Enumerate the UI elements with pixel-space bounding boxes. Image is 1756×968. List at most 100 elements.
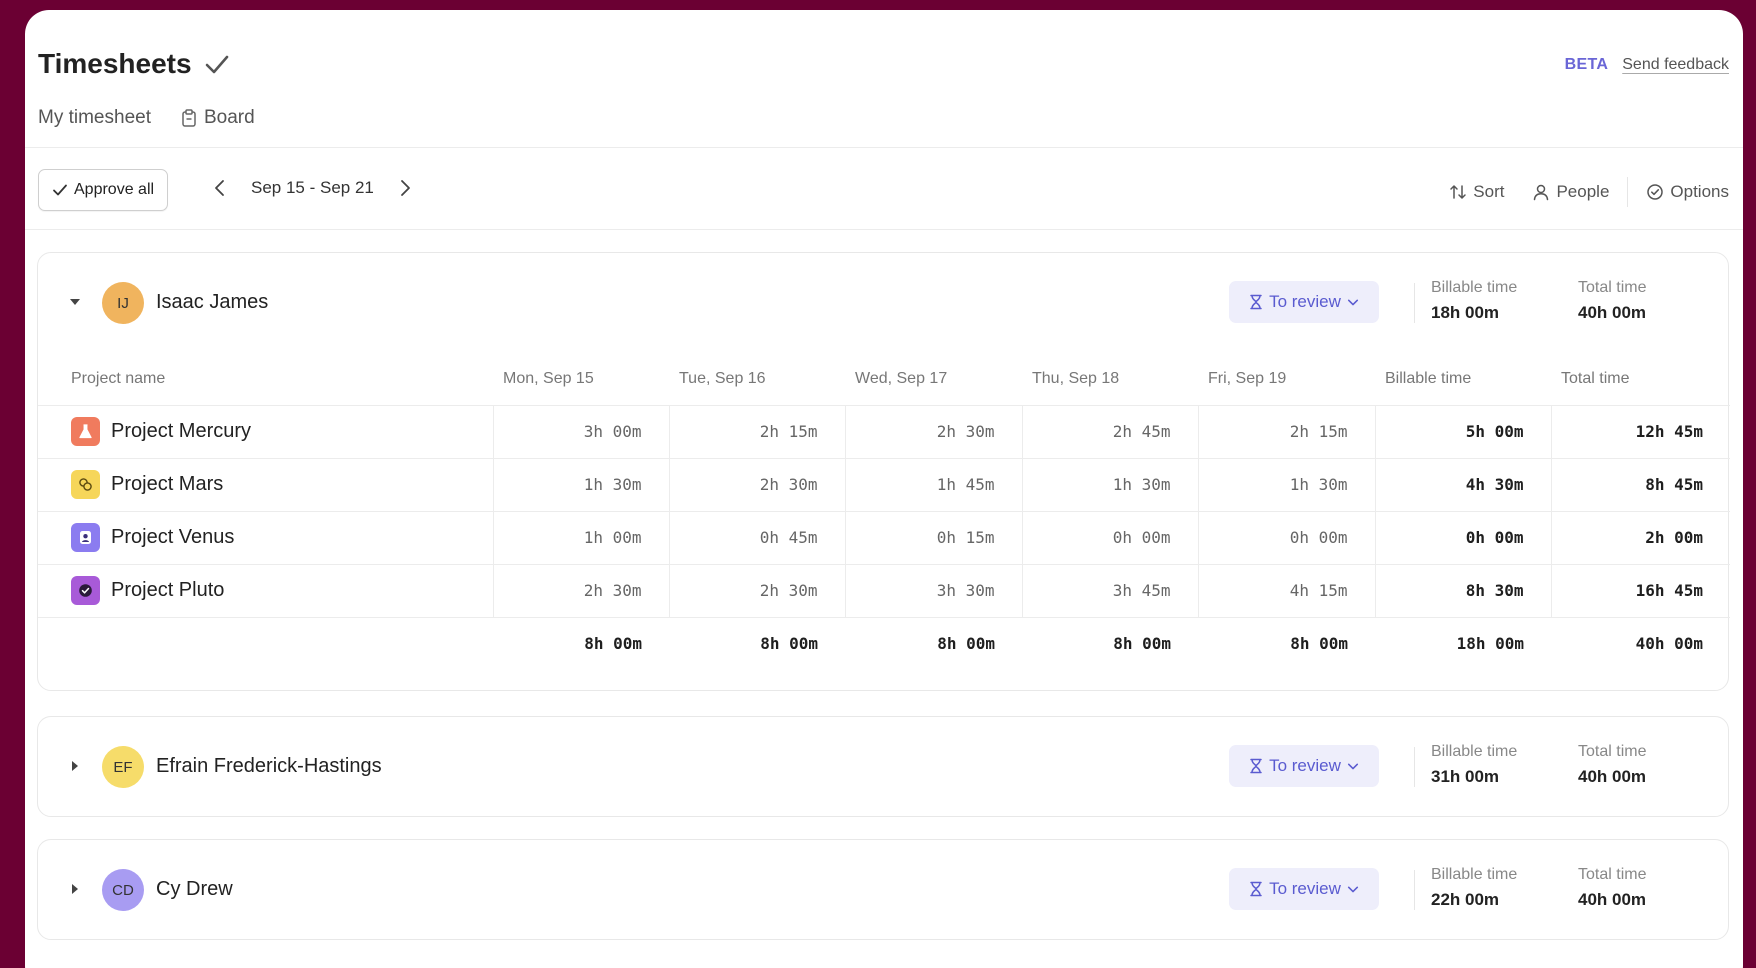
time-cell[interactable]: 4h 15m — [1197, 563, 1375, 617]
time-cell[interactable]: 2h 30m — [492, 563, 669, 617]
person-card-header[interactable]: CD Cy Drew To review Billable time 22h 0… — [38, 840, 1728, 940]
total-stat: Total time 40h 00m — [1578, 743, 1646, 787]
billable-cell: 5h 00m — [1374, 404, 1551, 458]
total-cell: 2h 00m — [1550, 510, 1730, 564]
billable-label: Billable time — [1431, 279, 1518, 296]
project-cell: Project Venus — [38, 510, 493, 564]
person-card-header[interactable]: EF Efrain Frederick-Hastings To review B… — [38, 717, 1728, 817]
avatar: EF — [102, 746, 144, 788]
approve-all-label: Approve all — [74, 181, 155, 198]
tab-board[interactable]: Board — [181, 107, 255, 129]
total-cell: 12h 45m — [1550, 404, 1730, 458]
total-value: 40h 00m — [1578, 767, 1647, 786]
time-cell[interactable]: 2h 15m — [1197, 404, 1375, 458]
total-label: Total time — [1578, 279, 1647, 296]
sort-label: Sort — [1473, 182, 1505, 201]
billable-value: 22h 00m — [1431, 890, 1500, 909]
billable-label: Billable time — [1431, 743, 1518, 760]
person-card-isaac-james: IJ Isaac James To review Billable time 1… — [37, 252, 1730, 691]
project-cell: Project Pluto — [38, 563, 493, 617]
column-header: Total time — [1561, 369, 1630, 387]
billable-stat: Billable time 22h 00m — [1431, 866, 1517, 910]
person-name: Efrain Frederick-Hastings — [156, 755, 382, 777]
time-cell[interactable]: 2h 30m — [668, 563, 845, 617]
totals-row: 8h 00m 8h 00m 8h 00m 8h 00m 8h 00m 18h 0… — [38, 616, 1730, 670]
time-cell[interactable]: 2h 45m — [1021, 404, 1198, 458]
time-cell[interactable]: 2h 15m — [668, 404, 845, 458]
time-cell[interactable]: 0h 00m — [1197, 510, 1375, 564]
total-cell: 8h 45m — [1550, 457, 1730, 511]
clipboard-icon — [182, 109, 196, 127]
time-cell[interactable]: 1h 00m — [492, 510, 669, 564]
time-cell[interactable]: 1h 30m — [492, 457, 669, 511]
people-button[interactable]: People — [1532, 182, 1609, 202]
timesheets-window: Timesheets BETA Send feedback My timeshe… — [25, 10, 1743, 968]
beta-area: BETA Send feedback — [1565, 56, 1729, 74]
person-name: Isaac James — [156, 291, 269, 313]
chevron-right-icon[interactable] — [398, 178, 412, 198]
toolbar-tools: Sort People Options — [1421, 177, 1729, 207]
status-dropdown[interactable]: To review — [1229, 868, 1379, 910]
person-card-cy-drew: CD Cy Drew To review Billable time 22h 0… — [37, 839, 1729, 940]
total-stat: Total time 40h 00m — [1578, 279, 1646, 323]
check-icon — [205, 55, 228, 74]
column-header: Project name — [71, 369, 166, 387]
options-button[interactable]: Options — [1646, 182, 1729, 202]
status-label: To review — [1269, 756, 1341, 775]
billable-stat: Billable time 31h 00m — [1431, 743, 1517, 787]
approve-all-button[interactable]: Approve all — [38, 169, 169, 211]
chevron-left-icon[interactable] — [213, 178, 227, 198]
billable-value: 18h 00m — [1431, 303, 1500, 322]
tab-my-timesheet[interactable]: My timesheet — [38, 107, 151, 129]
time-cell[interactable]: 2h 30m — [844, 404, 1022, 458]
time-cell[interactable]: 3h 00m — [492, 404, 669, 458]
time-cell[interactable]: 1h 30m — [1021, 457, 1198, 511]
person-card-header[interactable]: IJ Isaac James To review Billable time 1… — [38, 253, 1728, 353]
header-divider — [1414, 283, 1415, 323]
people-label: People — [1556, 182, 1610, 201]
table-row[interactable]: Project Pluto 2h 30m 2h 30m 3h 30m 3h 45… — [38, 563, 1730, 617]
time-cell[interactable]: 3h 45m — [1021, 563, 1198, 617]
total-label: Total time — [1578, 866, 1647, 883]
table-row[interactable]: Project Mars 1h 30m 2h 30m 1h 45m 1h 30m… — [38, 457, 1730, 511]
sort-button[interactable]: Sort — [1449, 182, 1504, 202]
chevron-down-icon — [1347, 886, 1358, 893]
time-cell[interactable]: 1h 45m — [844, 457, 1022, 511]
column-header: Thu, Sep 18 — [1032, 369, 1120, 387]
caret-down-icon[interactable] — [68, 295, 82, 309]
avatar: CD — [102, 869, 144, 911]
person-icon — [1534, 184, 1549, 201]
billable-label: Billable time — [1431, 866, 1518, 883]
caret-right-icon[interactable] — [68, 759, 82, 773]
total-stat: Total time 40h 00m — [1578, 866, 1646, 910]
time-cell[interactable]: 0h 00m — [1021, 510, 1198, 564]
time-cell[interactable]: 0h 15m — [844, 510, 1022, 564]
totals-label-cell — [38, 616, 493, 670]
date-navigator: Sep 15 - Sep 21 — [213, 178, 412, 198]
project-name: Project Venus — [111, 526, 235, 548]
hourglass-icon — [1250, 294, 1262, 310]
status-dropdown[interactable]: To review — [1229, 281, 1379, 323]
tab-label: Board — [203, 107, 255, 128]
table-row[interactable]: Project Mercury 3h 00m 2h 15m 2h 30m 2h … — [38, 404, 1730, 458]
status-dropdown[interactable]: To review — [1229, 745, 1379, 787]
caret-right-icon[interactable] — [68, 882, 82, 896]
check-icon — [53, 184, 67, 196]
date-range: Sep 15 - Sep 21 — [251, 178, 374, 197]
page-header: Timesheets BETA Send feedback My timeshe… — [25, 10, 1743, 148]
person-name: Cy Drew — [156, 878, 233, 900]
billable-cell: 4h 30m — [1374, 457, 1551, 511]
person-card-efrain-frederick-hastings: EF Efrain Frederick-Hastings To review B… — [37, 716, 1729, 817]
time-cell[interactable]: 0h 45m — [668, 510, 845, 564]
time-cell[interactable]: 3h 30m — [844, 563, 1022, 617]
time-cell[interactable]: 1h 30m — [1197, 457, 1375, 511]
column-header: Tue, Sep 16 — [679, 369, 766, 387]
time-cell[interactable]: 2h 30m — [668, 457, 845, 511]
project-name: Project Mars — [111, 473, 224, 495]
toolbar: Approve all Sep 15 - Sep 21 Sort People … — [25, 148, 1743, 230]
total-cell: 16h 45m — [1550, 563, 1730, 617]
table-row[interactable]: Project Venus 1h 00m 0h 45m 0h 15m 0h 00… — [38, 510, 1730, 564]
billable-stat: Billable time 18h 00m — [1431, 279, 1517, 323]
day-total-cell: 8h 00m — [1198, 616, 1375, 670]
send-feedback-link[interactable]: Send feedback — [1622, 56, 1729, 74]
